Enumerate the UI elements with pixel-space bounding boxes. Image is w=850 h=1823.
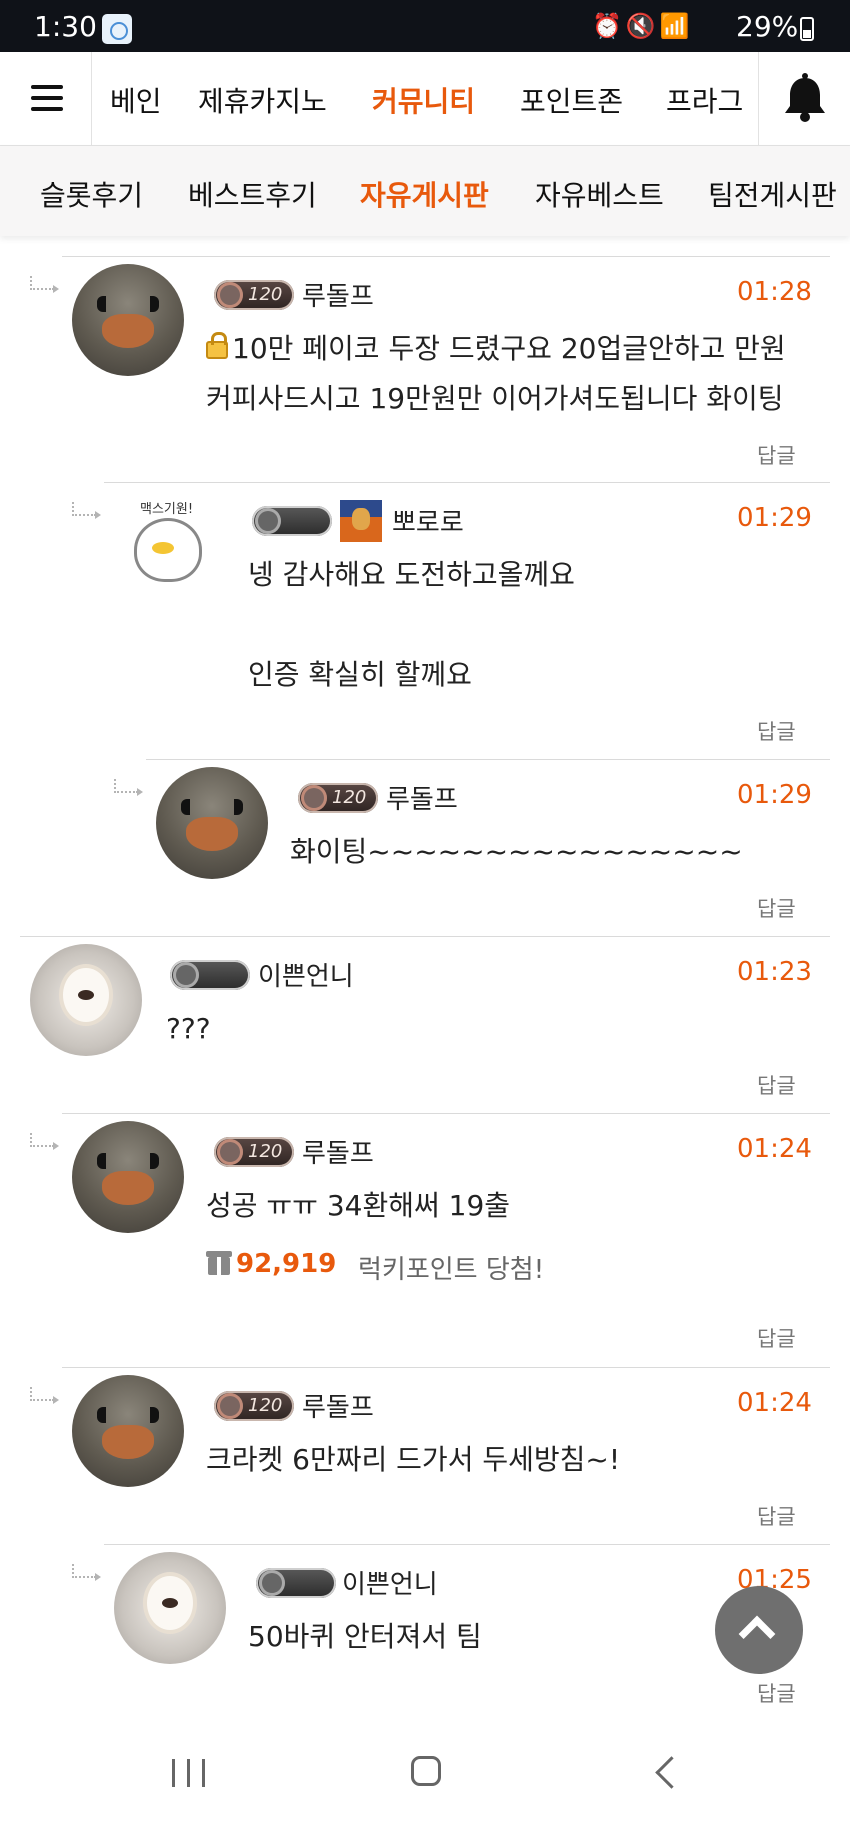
reply-arrow-icon [72,502,101,519]
comment-text: 화이팅~~~~~~~~~~~~~~~~ [290,835,743,868]
comment-time: 01:24 [737,1134,812,1164]
reply-arrow-icon [30,276,59,293]
scroll-to-top-button[interactable] [715,1586,803,1674]
back-icon[interactable] [655,1756,688,1789]
lucky-points-label: 럭키포인트 당첨! [358,1255,545,1285]
reply-arrow-icon [72,1564,101,1581]
level-badge: 120 [214,280,294,310]
comment-text: 넹 감사해요 도전하고올께요 [248,558,575,591]
level-badge [170,960,250,990]
main-navigation: 베인 제휴카지노 커뮤니티 포인트존 프라그 [0,52,850,146]
main-nav-item-partner-casino[interactable]: 제휴카지노 [198,80,327,120]
level-badge: 120 [214,1137,294,1167]
sticker-text: 맥스기원! [140,502,194,517]
clock-app-icon [102,14,132,44]
reply-button[interactable]: 답글 [757,1070,796,1100]
comment-item: 120 루돌프 01:28 10만 페이코 두장 드렸구요 20업글안하고 만원… [30,256,850,482]
comment-time: 01:29 [737,503,812,533]
level-badge [252,506,332,536]
avatar[interactable] [156,767,268,879]
sub-nav-item-team-board[interactable]: 팀전게시판 [708,174,837,214]
reply-button[interactable]: 답글 [757,1678,796,1708]
comment-time: 01:29 [737,780,812,810]
nickname[interactable]: 루돌프 [302,1133,374,1170]
comment-text: 50바퀴 안터져서 팀 [248,1620,482,1653]
reply-button[interactable]: 답글 [757,440,796,470]
comment-text: ??? [166,1012,211,1045]
avatar[interactable] [72,264,184,376]
main-nav-item-vein[interactable]: 베인 [110,80,162,120]
reply-button[interactable]: 답글 [757,893,796,923]
status-bar: 1:30 ⏰🔇📶 29% [0,0,850,52]
flag-icon [340,500,382,542]
reply-arrow-icon [114,779,143,796]
sub-nav-item-free-board[interactable]: 자유게시판 [360,174,489,214]
lucky-points-value: 92,919 [236,1249,337,1279]
home-icon[interactable] [411,1756,441,1786]
divider [104,482,830,483]
comment-text: 인증 확실히 할께요 [248,658,472,691]
comment-item: 맥스기원! 뽀로로 01:29 넹 감사해요 도전하고올께요 인증 확실히 할께… [72,482,850,759]
comment-item: 120 루돌프 01:24 성공 ㅠㅠ 34환해써 19출 92,919 럭키포… [30,1113,850,1367]
comment-text: 크라켓 6만짜리 드가서 두세방침~! [206,1443,621,1476]
gift-icon [206,1251,232,1275]
reply-button[interactable]: 답글 [757,716,796,746]
hamburger-menu-icon[interactable] [0,52,92,145]
nickname[interactable]: 루돌프 [302,276,374,313]
divider [62,256,830,257]
avatar[interactable] [30,944,142,1056]
comment-item: 120 루돌프 01:24 크라켓 6만짜리 드가서 두세방침~! 답글 [30,1367,850,1544]
reply-button[interactable]: 답글 [757,1501,796,1531]
main-nav-item-community[interactable]: 커뮤니티 [372,80,475,120]
divider [104,1544,830,1545]
divider [20,936,830,937]
recent-apps-icon[interactable] [172,1759,206,1787]
comment-text: 성공 ㅠㅠ 34환해써 19출 [206,1189,511,1222]
main-nav-item-point-zone[interactable]: 포인트존 [520,80,623,120]
nickname[interactable]: 뽀로로 [392,502,464,539]
avatar[interactable] [72,1375,184,1487]
reply-arrow-icon [30,1133,59,1150]
nickname[interactable]: 이쁜언니 [342,1564,438,1601]
battery-percentage: 29% [736,10,799,43]
nickname[interactable]: 루돌프 [302,1387,374,1424]
level-badge [256,1568,336,1598]
comment-item: 이쁜언니 01:23 ??? 답글 [20,936,850,1113]
comment-time: 01:28 [737,277,812,307]
comment-item: 120 루돌프 01:29 화이팅~~~~~~~~~~~~~~~~ 답글 [114,759,850,936]
reply-button[interactable]: 답글 [757,1323,796,1353]
comment-time: 01:24 [737,1388,812,1418]
status-time: 1:30 [34,10,97,43]
system-navigation-bar [0,1723,850,1823]
main-nav-item-pragmatic[interactable]: 프라그 [666,80,743,120]
sub-nav-item-free-best[interactable]: 자유베스트 [535,174,664,214]
avatar[interactable] [72,1121,184,1233]
divider [62,1367,830,1368]
lock-icon [206,332,228,359]
comment-list: 120 루돌프 01:28 10만 페이코 두장 드렸구요 20업글안하고 만원… [0,236,850,1723]
avatar[interactable] [114,1552,226,1664]
bell-icon[interactable] [758,52,850,145]
divider [62,1113,830,1114]
nickname[interactable]: 이쁜언니 [258,956,354,993]
comment-time: 01:23 [737,957,812,987]
nickname[interactable]: 루돌프 [386,779,458,816]
sub-nav-item-best-review[interactable]: 베스트후기 [188,174,317,214]
sub-navigation: 슬롯후기 베스트후기 자유게시판 자유베스트 팀전게시판 [0,146,850,236]
comment-text: 커피사드시고 19만원만 이어가셔도됩니다 화이팅 [206,382,784,415]
sub-nav-item-slot-review[interactable]: 슬롯후기 [40,174,143,214]
reply-arrow-icon [30,1387,59,1404]
divider [146,759,830,760]
system-status-icons: ⏰🔇📶 [592,12,694,40]
main-nav-items: 베인 제휴카지노 커뮤니티 포인트존 프라그 [92,52,758,145]
level-badge: 120 [214,1391,294,1421]
level-badge: 120 [298,783,378,813]
battery-icon [800,17,814,41]
comment-text: 10만 페이코 두장 드렸구요 20업글안하고 만원 [206,324,786,374]
